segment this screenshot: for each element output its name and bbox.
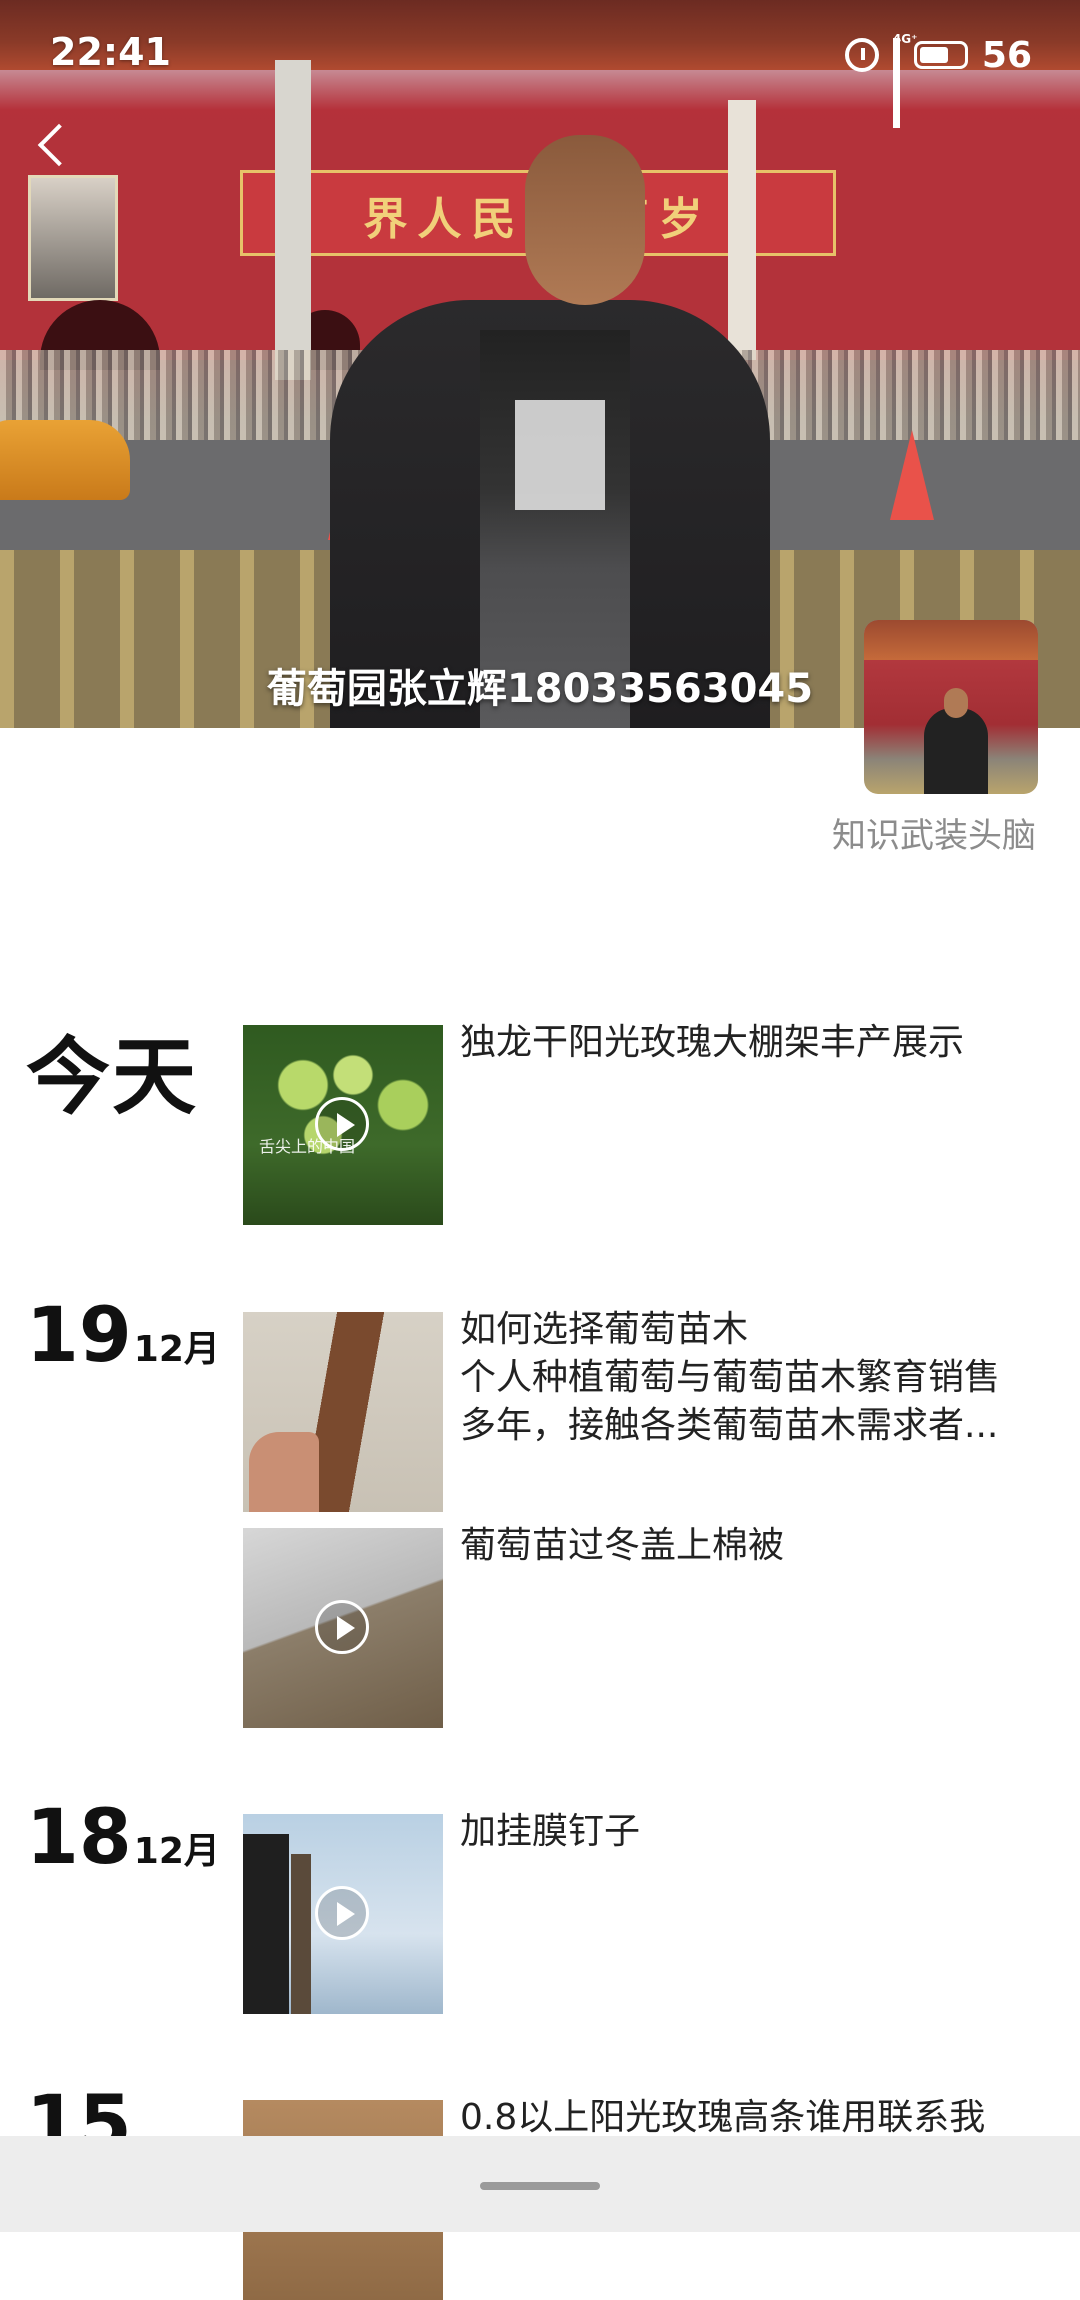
avatar-head — [944, 688, 968, 718]
avatar[interactable] — [864, 620, 1038, 794]
battery-icon — [913, 41, 968, 69]
status-time: 22:41 — [50, 30, 171, 74]
post-text-line: 独龙干阳光玫瑰大棚架丰产展示 — [460, 1022, 965, 1063]
person-head — [525, 135, 645, 305]
date-label: 1912月 — [26, 1290, 220, 1379]
back-arrow-icon[interactable] — [36, 122, 76, 172]
feed-post[interactable]: 加挂膜钉子 — [243, 1811, 1043, 2014]
post-text[interactable]: 葡萄苗过冬盖上棉被 — [460, 1522, 1040, 1570]
nickname: 知识武装头脑 — [832, 816, 1036, 856]
post-text-line: 多年，接触各类葡萄苗木需求者... — [460, 1405, 999, 1446]
status-icons: 4G⁺ 56 — [844, 30, 1032, 128]
shirt-print — [515, 400, 605, 510]
post-text-line: 加挂膜钉子 — [460, 1811, 641, 1852]
post-text-line: 个人种植葡萄与葡萄苗木繁育销售 — [460, 1357, 1001, 1398]
wall-portrait — [28, 175, 118, 301]
date-day: 18 — [26, 1792, 132, 1881]
post-text[interactable]: 加挂膜钉子 — [460, 1808, 1040, 1856]
date-label-today: 今天 — [26, 1028, 199, 1126]
feed-post[interactable]: 舌尖上的中国 独龙干阳光玫瑰大棚架丰产展示 — [243, 1022, 1043, 1225]
network-type: 4G⁺ — [892, 32, 918, 46]
date-label: 1812月 — [26, 1792, 220, 1881]
post-thumbnail[interactable] — [243, 1814, 443, 2014]
avatar-roof — [864, 620, 1038, 660]
alarm-icon — [844, 38, 879, 72]
feed-post[interactable]: 如何选择葡萄苗木 个人种植葡萄与葡萄苗木繁育销售 多年，接触各类葡萄苗木需求者.… — [243, 1309, 1043, 1512]
status-bar: 22:41 4G⁺ 56 — [0, 0, 1080, 128]
signal-icon: 4G⁺ — [892, 32, 917, 128]
taxi — [0, 420, 130, 500]
date-day: 19 — [26, 1290, 132, 1379]
battery-level: 56 — [981, 34, 1032, 76]
date-month: 12月 — [133, 1329, 220, 1370]
post-text-line: 0.8以上阳光玫瑰高条谁用联系我 — [460, 2097, 986, 2138]
traffic-cone — [890, 430, 934, 520]
thumbnail-caption: 舌尖上的中国 — [259, 1137, 356, 1156]
feed-post[interactable]: 葡萄苗过冬盖上棉被 — [243, 1525, 1043, 1728]
stone-column — [728, 100, 756, 360]
avatar-person — [924, 708, 988, 794]
post-text-line: 如何选择葡萄苗木 — [460, 1309, 749, 1350]
thumbnail-pole — [291, 1854, 311, 2014]
thumbnail-figure — [243, 1834, 289, 2014]
post-thumbnail[interactable] — [243, 1528, 443, 1728]
play-icon — [315, 1600, 369, 1654]
date-month: 12月 — [133, 1831, 220, 1872]
post-text[interactable]: 如何选择葡萄苗木 个人种植葡萄与葡萄苗木繁育销售 多年，接触各类葡萄苗木需求者.… — [460, 1306, 1040, 1450]
post-text-line: 葡萄苗过冬盖上棉被 — [460, 1525, 785, 1566]
post-thumbnail[interactable]: 舌尖上的中国 — [243, 1025, 443, 1225]
post-thumbnail[interactable] — [243, 1312, 443, 1512]
post-text[interactable]: 独龙干阳光玫瑰大棚架丰产展示 — [460, 1019, 1040, 1067]
thumbnail-hand — [249, 1432, 319, 1512]
gesture-bar — [0, 2136, 1080, 2232]
home-indicator[interactable] — [480, 2182, 600, 2190]
play-icon — [315, 1886, 369, 1940]
post-text[interactable]: 0.8以上阳光玫瑰高条谁用联系我 — [460, 2094, 1040, 2142]
